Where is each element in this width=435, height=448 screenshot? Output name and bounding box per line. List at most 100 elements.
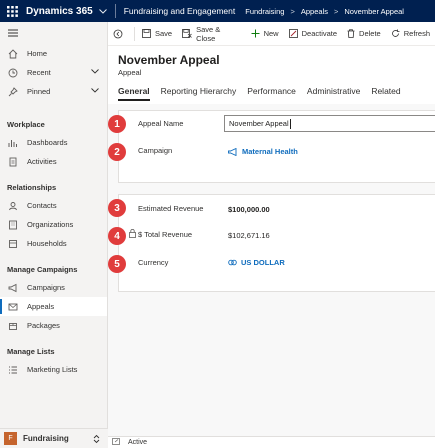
sidebar-item-households[interactable]: Households — [0, 234, 107, 253]
pin-icon — [7, 86, 19, 98]
refresh-icon — [391, 29, 400, 38]
sidebar-item-home[interactable]: Home — [0, 44, 107, 63]
tab-performance[interactable]: Performance — [247, 86, 296, 101]
deactivate-button[interactable]: Deactivate — [284, 22, 342, 46]
refresh-button[interactable]: Refresh — [386, 22, 435, 46]
activities-icon — [7, 156, 19, 168]
sidebar-item-label: Contacts — [27, 201, 57, 210]
currency-lookup-link[interactable]: US DOLLAR — [228, 258, 285, 267]
sidebar-item-appeals[interactable]: Appeals — [0, 297, 107, 316]
new-button[interactable]: New — [246, 22, 284, 46]
tab-related[interactable]: Related — [371, 86, 400, 101]
campaign-icon — [228, 147, 238, 156]
divider — [114, 4, 116, 18]
area-badge: F — [4, 432, 17, 445]
appeal-name-value: November Appeal — [229, 119, 289, 128]
callout-badge-5: 5 — [108, 255, 126, 273]
sidebar-item-recent[interactable]: Recent — [0, 63, 107, 82]
tab-reporting-hierarchy[interactable]: Reporting Hierarchy — [161, 86, 237, 101]
home-icon — [7, 48, 19, 60]
save-and-close-button[interactable]: Save & Close — [177, 22, 246, 46]
delete-label: Delete — [359, 29, 381, 38]
hamburger-icon — [7, 27, 19, 39]
hamburger-menu-button[interactable] — [0, 22, 107, 44]
sidebar-item-label: Households — [27, 239, 67, 248]
deactivate-label: Deactivate — [301, 29, 338, 38]
sidebar-item-label: Appeals — [27, 302, 55, 311]
app-launcher-icon[interactable] — [0, 0, 24, 22]
campaign-icon — [7, 282, 19, 294]
refresh-label: Refresh — [403, 29, 430, 38]
package-icon — [7, 320, 19, 332]
estimated-revenue-label: Estimated Revenue — [138, 204, 204, 213]
callout-badge-1: 1 — [108, 115, 126, 133]
group-title-relationships: Relationships — [7, 182, 57, 192]
callout-badge-4: 4 — [108, 227, 126, 245]
save-label: Save — [154, 29, 173, 38]
area-switcher[interactable]: F Fundraising — [0, 428, 108, 448]
divider — [134, 26, 135, 41]
appeal-name-input[interactable]: November Appeal — [224, 115, 435, 132]
sidebar-item-label: Organizations — [27, 220, 74, 229]
callout-badge-2: 2 — [108, 143, 126, 161]
app-module-name[interactable]: Fundraising and Engagement — [124, 6, 236, 16]
open-in-new-window-icon[interactable] — [112, 438, 120, 447]
tab-general[interactable]: General — [118, 86, 150, 101]
chevron-right-icon: > — [290, 6, 295, 16]
breadcrumb-appeals[interactable]: Appeals — [301, 7, 328, 16]
currency-icon — [228, 258, 237, 267]
delete-button[interactable]: Delete — [342, 22, 386, 46]
chevron-down-icon[interactable] — [91, 86, 99, 95]
group-title-workplace: Workplace — [7, 119, 45, 129]
chevron-up-down-icon — [93, 434, 100, 446]
list-icon — [7, 364, 19, 376]
chevron-down-icon[interactable] — [98, 6, 107, 16]
sidebar-item-campaigns[interactable]: Campaigns — [0, 278, 107, 297]
trash-icon — [347, 29, 355, 38]
area-label: Fundraising — [23, 434, 69, 443]
sidebar-item-activities[interactable]: Activities — [0, 152, 107, 171]
chevron-right-icon: > — [333, 6, 339, 16]
record-title: November Appeal — [118, 53, 220, 67]
save-close-label: Save & Close — [196, 24, 221, 43]
campaign-lookup-link[interactable]: Maternal Health — [228, 147, 298, 156]
sidebar-item-contacts[interactable]: Contacts — [0, 196, 107, 215]
dashboard-icon — [7, 137, 19, 149]
chevron-down-icon[interactable] — [91, 67, 99, 76]
deactivate-icon — [288, 29, 298, 38]
estimated-revenue-value[interactable]: $100,000.00 — [228, 205, 270, 214]
breadcrumb-fundraising[interactable]: Fundraising — [245, 7, 284, 16]
command-bar: Save Save & Close New Deactivate Delete … — [108, 22, 435, 46]
group-title-manage-campaigns: Manage Campaigns — [7, 264, 78, 274]
organization-icon — [7, 219, 19, 231]
app-name[interactable]: Dynamics 365 — [26, 6, 93, 17]
contact-icon — [7, 200, 19, 212]
sidebar-item-packages[interactable]: Packages — [0, 316, 107, 335]
sidebar-item-marketing-lists[interactable]: Marketing Lists — [0, 360, 107, 379]
sidebar-item-organizations[interactable]: Organizations — [0, 215, 107, 234]
back-icon — [113, 29, 123, 39]
breadcrumb-current: November Appeal — [344, 6, 404, 16]
new-label: New — [263, 29, 279, 38]
sidebar-item-label: Dashboards — [27, 138, 68, 147]
sidebar-item-label: Marketing Lists — [27, 365, 78, 374]
campaign-label: Campaign — [138, 146, 173, 155]
group-title-manage-lists: Manage Lists — [7, 346, 55, 356]
save-button[interactable]: Save — [137, 22, 177, 46]
appeal-icon — [7, 301, 19, 313]
save-close-icon — [182, 29, 192, 38]
total-revenue-label: $ Total Revenue — [138, 230, 193, 239]
plus-icon — [251, 29, 260, 38]
status-bar: Active — [108, 436, 435, 448]
sidebar-item-label: Activities — [27, 157, 57, 166]
sidebar: Home Recent Pinned Workplace Dashboards … — [0, 22, 108, 448]
sidebar-item-dashboards[interactable]: Dashboards — [0, 133, 107, 152]
text-caret — [289, 118, 291, 129]
clock-icon — [7, 67, 19, 79]
back-button[interactable] — [108, 22, 132, 46]
sidebar-item-pinned[interactable]: Pinned — [0, 82, 107, 101]
sidebar-item-label: Recent — [27, 68, 51, 77]
save-icon — [142, 29, 151, 38]
status-text: Active — [128, 439, 148, 446]
tab-administrative[interactable]: Administrative — [307, 86, 360, 101]
